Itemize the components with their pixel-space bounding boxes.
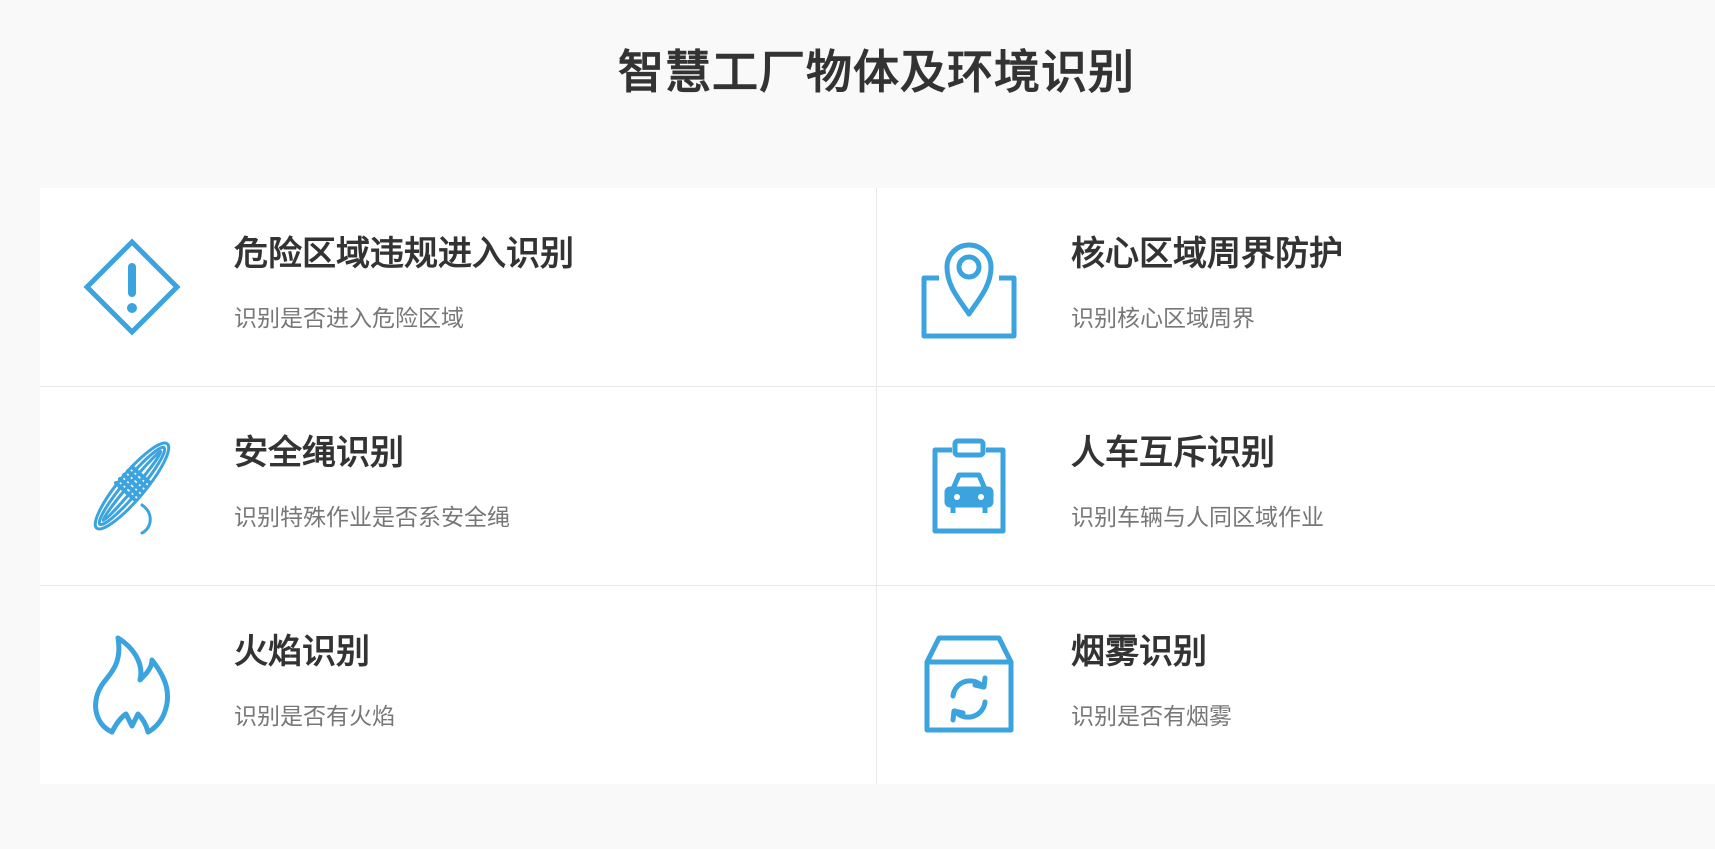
card-desc: 识别车辆与人同区域作业 [1071, 505, 1324, 531]
flame-icon [82, 632, 182, 738]
card-safety-rope[interactable]: 安全绳识别 识别特殊作业是否系安全绳 [40, 387, 877, 586]
card-desc: 识别是否有烟雾 [1071, 704, 1232, 730]
card-title: 安全绳识别 [234, 433, 404, 473]
card-flame[interactable]: 火焰识别 识别是否有火焰 [40, 586, 877, 784]
card-title: 烟雾识别 [1071, 632, 1207, 672]
card-title: 人车互斥识别 [1071, 433, 1275, 473]
card-desc: 识别是否进入危险区域 [234, 306, 464, 332]
card-desc: 识别核心区域周界 [1071, 306, 1255, 332]
page-title: 智慧工厂物体及环境识别 [618, 45, 1135, 99]
rope-icon [82, 433, 182, 539]
card-desc: 识别特殊作业是否系安全绳 [234, 505, 510, 531]
card-perimeter[interactable]: 核心区域周界防护 识别核心区域周界 [877, 188, 1715, 387]
recognition-grid: 危险区域违规进入识别 识别是否进入危险区域 核心区域周界防护 识别核心区域周界 [40, 188, 1715, 784]
card-danger-zone[interactable]: 危险区域违规进入识别 识别是否进入危险区域 [40, 188, 877, 387]
card-desc: 识别是否有火焰 [234, 704, 395, 730]
card-title: 火焰识别 [234, 632, 370, 672]
smoke-box-icon [919, 632, 1019, 738]
warning-diamond-icon [82, 234, 182, 340]
card-person-vehicle[interactable]: 人车互斥识别 识别车辆与人同区域作业 [877, 387, 1715, 586]
card-smoke[interactable]: 烟雾识别 识别是否有烟雾 [877, 586, 1715, 784]
location-pin-icon [919, 234, 1019, 340]
clipboard-car-icon [919, 433, 1019, 539]
card-title: 危险区域违规进入识别 [234, 234, 574, 274]
card-title: 核心区域周界防护 [1071, 234, 1343, 274]
